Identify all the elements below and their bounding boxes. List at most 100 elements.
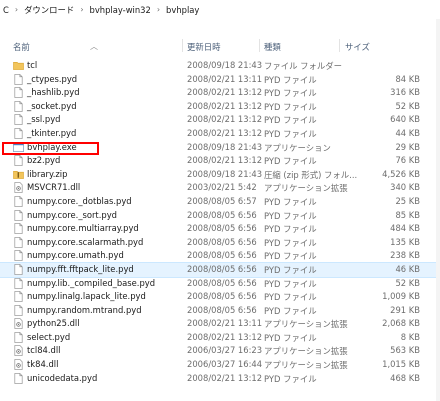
file-size: 640 KB — [390, 114, 420, 125]
file-modified-date: 2008/02/21 13:12 — [187, 114, 263, 125]
dll-icon — [13, 182, 24, 194]
file-modified-date: 2008/02/21 13:12 — [187, 331, 263, 342]
file-modified-date: 2008/02/21 13:12 — [187, 155, 263, 166]
file-modified-date: 2008/02/21 13:11 — [187, 73, 263, 84]
file-row[interactable]: _tkinter.pyd 2008/02/21 13:12 PYD ファイル 44 K… — [0, 127, 440, 141]
file-icon — [13, 291, 24, 302]
file-type: PYD ファイル — [264, 305, 317, 316]
file-row[interactable]: unicodedata.pyd 2008/02/21 13:12 PYD ファイル 4… — [0, 372, 440, 386]
file-size: 76 KB — [395, 155, 420, 166]
file-name: _ssl.pyd — [27, 114, 61, 125]
file-icon — [13, 304, 24, 316]
column-header-size[interactable]: サイズ — [345, 41, 370, 53]
column-header-row: ︿ 名前 更新日時 種類 サイズ — [0, 36, 440, 56]
vertical-scrollbar[interactable] — [436, 19, 440, 401]
file-row[interactable]: numpy.linalg.lapack_lite.pyd 2008/08/05 6… — [0, 290, 440, 304]
file-size: 85 KB — [395, 209, 420, 220]
file-name: _hashlib.pyd — [27, 87, 80, 98]
file-icon — [13, 155, 24, 167]
file-icon — [13, 250, 24, 262]
file-row[interactable]: _socket.pyd 2008/02/21 13:12 PYD ファイル 52 KB — [0, 100, 440, 114]
dll-icon — [13, 345, 24, 357]
file-name: numpy.fft.fftpack_lite.pyd — [27, 263, 134, 274]
sort-up-icon: ︿ — [90, 42, 98, 51]
column-divider[interactable] — [182, 39, 183, 52]
file-type: ファイル フォルダー — [264, 61, 343, 71]
file-icon — [13, 236, 24, 248]
file-name: MSVCR71.dll — [27, 182, 81, 193]
breadcrumb-separator-icon[interactable]: › — [76, 5, 87, 14]
file-type: PYD ファイル — [264, 224, 317, 235]
file-size: 29 KB — [395, 141, 420, 152]
file-icon — [13, 100, 24, 112]
column-header-name[interactable]: 名前 — [13, 41, 30, 53]
file-row[interactable]: numpy.random.mtrand.pyd 2008/08/05 6:56 PY… — [0, 304, 440, 318]
file-size: 484 KB — [390, 223, 420, 234]
file-row[interactable]: MSVCR71.dll 2003/02/21 5:42 アプリケーション拡張 340 … — [0, 181, 440, 195]
breadcrumb-item-root[interactable]: C — [0, 5, 11, 15]
file-list: tcl 2008/09/18 21:43 ファイル フォルダー _ctypes.pyd… — [0, 59, 440, 385]
file-name: bvhplay.exe — [27, 141, 77, 152]
file-row[interactable]: tcl84.dll 2006/03/27 16:23 アプリケーション拡張 563 K… — [0, 344, 440, 358]
file-name: bz2.pyd — [27, 155, 61, 166]
file-row[interactable]: select.pyd 2008/02/21 13:12 PYD ファイル 8 KB — [0, 331, 440, 345]
file-icon — [13, 114, 24, 126]
file-size: 468 KB — [390, 372, 420, 383]
dll-icon — [13, 359, 24, 370]
file-row[interactable]: numpy.core.multiarray.pyd 2008/08/05 6:56… — [0, 222, 440, 236]
breadcrumb-separator-icon[interactable]: › — [153, 5, 164, 14]
file-row[interactable]: _ssl.pyd 2008/02/21 13:12 PYD ファイル 640 KB — [0, 113, 440, 127]
file-modified-date: 2008/08/05 6:56 — [187, 263, 257, 274]
file-size: 8 KB — [400, 331, 420, 342]
file-row[interactable]: numpy.core._sort.pyd 2008/08/05 6:56 PYD フ… — [0, 209, 440, 223]
file-name: select.pyd — [27, 331, 71, 342]
file-row[interactable]: bvhplay.exe 2008/09/18 21:43 アプリケーション 29 KB — [0, 141, 440, 155]
file-modified-date: 2008/08/05 6:56 — [187, 277, 257, 288]
file-row[interactable]: tk84.dll 2006/03/27 16:44 アプリケーション拡張 1,015 … — [0, 358, 440, 372]
file-type: PYD ファイル — [264, 210, 317, 221]
file-name: numpy.core.multiarray.pyd — [27, 223, 139, 234]
file-icon — [13, 264, 24, 275]
file-row[interactable]: bz2.pyd 2008/02/21 13:12 PYD ファイル 76 KB — [0, 154, 440, 168]
file-size: 238 KB — [390, 250, 420, 261]
file-size: 563 KB — [390, 345, 420, 356]
file-name: numpy.core._sort.pyd — [27, 209, 117, 220]
file-row[interactable]: numpy.fft.fftpack_lite.pyd 2008/08/05 6:5… — [0, 261, 440, 278]
file-type: PYD ファイル — [264, 237, 317, 248]
column-divider[interactable] — [339, 39, 340, 52]
breadcrumb-item-bvhplay[interactable]: bvhplay — [164, 5, 201, 15]
breadcrumb-item-bvhplay-win32[interactable]: bvhplay-win32 — [88, 5, 153, 15]
file-icon — [13, 372, 24, 384]
column-header-type[interactable]: 種類 — [264, 41, 281, 53]
exe-icon — [13, 142, 24, 153]
file-row[interactable]: library.zip 2008/09/18 21:43 圧縮 (zip 形式) フ… — [0, 168, 440, 182]
file-icon — [13, 277, 24, 289]
file-row[interactable]: numpy.core.umath.pyd 2008/08/05 6:56 PYD フ… — [0, 249, 440, 263]
file-row[interactable]: tcl 2008/09/18 21:43 ファイル フォルダー — [0, 59, 440, 73]
file-type: アプリケーション拡張 — [264, 183, 348, 194]
file-size: 4,526 KB — [382, 168, 420, 179]
zip-icon — [13, 169, 24, 180]
column-header-date[interactable]: 更新日時 — [187, 41, 221, 53]
file-modified-date: 2008/09/18 21:43 — [187, 141, 263, 152]
file-modified-date: 2008/08/05 6:56 — [187, 223, 257, 234]
file-size: 25 KB — [395, 195, 420, 206]
file-modified-date: 2008/02/21 13:11 — [187, 318, 263, 329]
file-row[interactable]: numpy.lib._compiled_base.pyd 2008/08/05 6… — [0, 277, 440, 291]
column-divider[interactable] — [259, 39, 260, 52]
file-type: PYD ファイル — [264, 128, 317, 139]
breadcrumb-item-downloads[interactable]: ダウンロード — [22, 4, 76, 16]
file-type: アプリケーション拡張 — [264, 360, 348, 371]
file-row[interactable]: _ctypes.pyd 2008/02/21 13:11 PYD ファイル 84 KB — [0, 73, 440, 87]
file-row[interactable]: numpy.core.scalarmath.pyd 2008/08/05 6:56… — [0, 236, 440, 250]
file-row[interactable]: numpy.core._dotblas.pyd 2008/08/05 6:57 PY… — [0, 195, 440, 209]
dll-icon — [13, 318, 24, 330]
file-size: 316 KB — [390, 87, 420, 98]
file-size: 84 KB — [395, 73, 420, 84]
file-row[interactable]: _hashlib.pyd 2008/02/21 13:12 PYD ファイル 316 … — [0, 86, 440, 100]
breadcrumb-separator-icon[interactable]: › — [11, 5, 22, 14]
file-size: 44 KB — [395, 127, 420, 138]
file-size: 135 KB — [390, 236, 420, 247]
file-row[interactable]: python25.dll 2008/02/21 13:11 アプリケーション拡張 2,… — [0, 317, 440, 331]
file-icon — [13, 73, 24, 85]
